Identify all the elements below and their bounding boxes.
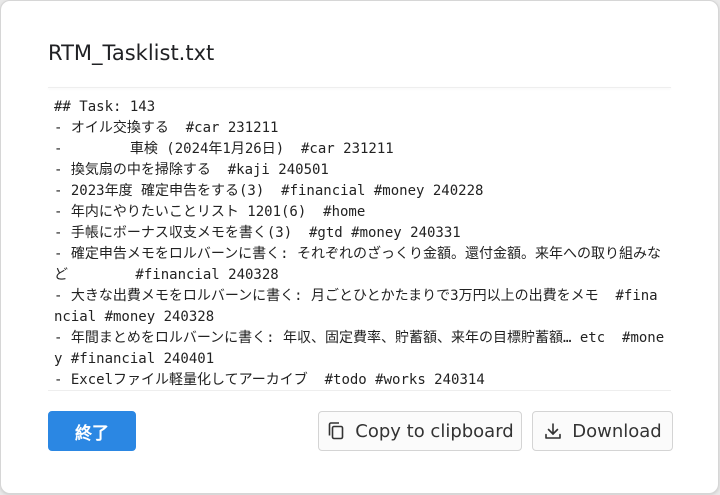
- task-line: - 確定申告メモをロルバーンに書く: それぞれのざっくり金額。還付金額。来年への…: [54, 246, 662, 283]
- close-button[interactable]: 終了: [48, 411, 136, 451]
- download-button[interactable]: Download: [532, 411, 673, 451]
- copy-button-label: Copy to clipboard: [355, 420, 514, 442]
- task-line: - 年間まとめをロルバーンに書く: 年収、固定費率、貯蓄額、来年の目標貯蓄額… …: [54, 330, 665, 367]
- dialog-title: RTM_Tasklist.txt: [48, 41, 215, 65]
- task-line: - 2023年度 確定申告をする(3) #financial #money 24…: [54, 183, 484, 199]
- download-icon: [543, 421, 563, 441]
- task-line: - 大きな出費メモをロルバーンに書く: 月ごとひとかたまりで3万円以上の出費をメ…: [54, 288, 658, 325]
- task-line: - オイル交換する #car 231211: [54, 120, 279, 136]
- divider: [48, 390, 671, 391]
- divider: [48, 87, 671, 88]
- copy-icon: [326, 421, 346, 441]
- task-line: ## Task: 143: [54, 99, 156, 115]
- close-button-label: 終了: [75, 423, 109, 444]
- task-line: - 年内にやりたいことリスト 1201(6) #home: [54, 204, 366, 220]
- task-line: - 換気扇の中を掃除する #kaji 240501: [54, 162, 329, 178]
- copy-to-clipboard-button[interactable]: Copy to clipboard: [318, 411, 522, 451]
- task-line: - 手帳にボーナス収支メモを書く(3) #gtd #money 240331: [54, 225, 461, 241]
- task-line: - Excelファイル軽量化してアーカイブ #todo #works 24031…: [54, 372, 485, 388]
- task-line: - 車検 (2024年1月26日) #car 231211: [54, 141, 394, 157]
- export-dialog: RTM_Tasklist.txt ## Task: 143 - オイル交換する #…: [0, 0, 719, 494]
- tasklist-text-area[interactable]: ## Task: 143 - オイル交換する #car 231211 - 車検 (2…: [54, 97, 666, 389]
- download-button-label: Download: [572, 420, 662, 442]
